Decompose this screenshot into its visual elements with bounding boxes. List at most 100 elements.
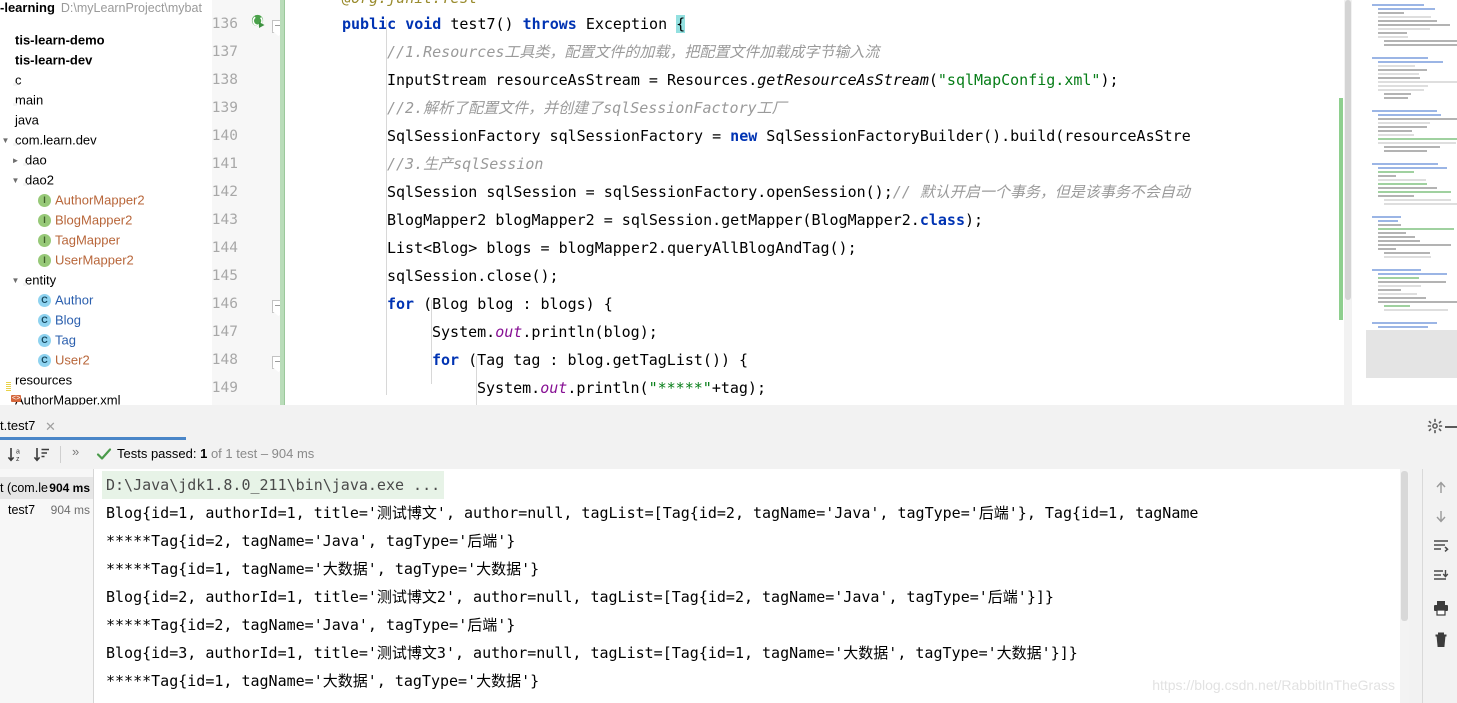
code-line-148[interactable]: for (Tag tag : blog.getTagList()) { — [432, 346, 748, 374]
minimap-line — [1372, 4, 1424, 6]
tree-node-entity[interactable]: ▼ entity — [0, 270, 212, 290]
minimap-line — [1378, 114, 1441, 116]
tree-node-blog[interactable]: ▸CBlog — [0, 310, 212, 330]
tree-node-dao[interactable]: ► dao — [0, 150, 212, 170]
print-icon[interactable] — [1432, 599, 1450, 617]
scroll-up-icon[interactable] — [1432, 479, 1450, 497]
run-tool-window: t.test7 ✕ a z » Tests passed: 1 of 1 tes… — [0, 412, 1457, 703]
sort-alphabetically-icon[interactable]: a z — [6, 445, 26, 465]
console-action-bar[interactable] — [1422, 469, 1457, 703]
editor-region: -learning D:\myLearnProject\mybat ▸tis-le… — [0, 0, 1457, 412]
minimap-line — [1378, 175, 1396, 177]
test-list-row[interactable]: test7 904 ms — [0, 499, 93, 521]
tree-node-dao2[interactable]: ▼ dao2 — [0, 170, 212, 190]
close-icon[interactable]: ✕ — [45, 413, 56, 440]
minimap-line — [1378, 8, 1435, 10]
console-scrollbar[interactable] — [1400, 469, 1409, 703]
minimap-line — [1378, 301, 1457, 303]
editor-scrollbar-thumb[interactable] — [1345, 0, 1351, 300]
minimap-line — [1384, 97, 1408, 99]
tree-node-usermapper2[interactable]: ▸IUserMapper2 — [0, 250, 212, 270]
console-scrollbar-thumb[interactable] — [1401, 471, 1408, 621]
indent-guide — [431, 300, 432, 384]
chevron-right-icon[interactable]: ► — [10, 151, 21, 171]
tree-node-label: UserMapper2 — [55, 252, 134, 268]
line-number: 139 — [211, 100, 238, 116]
line-number: 136 — [211, 16, 238, 32]
chevron-down-icon[interactable]: ▼ — [10, 171, 21, 191]
editor-gutter[interactable]: 136 137 138 139 140 141 142 143 144 145 146 147 148 1… — [211, 0, 285, 412]
sort-by-duration-icon[interactable] — [32, 445, 52, 465]
tree-node-resources[interactable]: ▸resources — [0, 370, 212, 390]
minimap-line — [1372, 269, 1421, 271]
tree-node-java[interactable]: ▸java — [0, 110, 212, 130]
minimap-line — [1378, 28, 1430, 30]
tree-node-blogmapper2[interactable]: ▸IBlogMapper2 — [0, 210, 212, 230]
tree-node-tag[interactable]: ▸CTag — [0, 330, 212, 350]
tree-node-tis-learn-demo[interactable]: ▸tis-learn-demo — [0, 30, 212, 50]
code-line-140[interactable]: SqlSessionFactory sqlSessionFactory = ne… — [387, 122, 1191, 150]
scroll-down-icon[interactable] — [1432, 507, 1450, 525]
test-status-text: Tests passed: 1 of 1 test – 904 ms — [117, 445, 314, 463]
minimap-line — [1378, 73, 1419, 75]
tree-node-tagmapper[interactable]: ▸ITagMapper — [0, 230, 212, 250]
code-line-146[interactable]: for (Blog blog : blogs) { — [387, 290, 613, 318]
code-line-139[interactable]: //2.解析了配置文件，并创建了sqlSessionFactory工厂 — [387, 94, 787, 122]
chevron-down-icon[interactable]: ▼ — [0, 131, 11, 151]
console-output-line: Blog{id=1, authorId=1, title='测试博文', aut… — [106, 504, 1199, 522]
run-test-gutter-icon[interactable] — [251, 14, 266, 29]
editor-scrollbar[interactable] — [1344, 0, 1352, 412]
chevron-down-icon[interactable]: ▼ — [10, 271, 21, 291]
tree-node-label: BlogMapper2 — [55, 212, 133, 228]
code-line-145[interactable]: sqlSession.close(); — [387, 262, 559, 290]
code-line-143[interactable]: BlogMapper2 blogMapper2 = sqlSession.get… — [387, 206, 983, 234]
test-toolbar: a z » Tests passed: 1 of 1 test – 904 ms — [0, 440, 1457, 470]
tree-node-c[interactable]: ▸c — [0, 70, 212, 90]
code-minimap[interactable] — [1352, 0, 1457, 412]
tree-node-com-learn-dev[interactable]: ▼ com.learn.dev — [0, 130, 212, 150]
tree-node-author[interactable]: ▸CAuthor — [0, 290, 212, 310]
console-output[interactable]: D:\Java\jdk1.8.0_211\bin\java.exe ... Blo… — [94, 469, 1409, 703]
tree-node-authormapper2[interactable]: ▸IAuthorMapper2 — [0, 190, 212, 210]
clear-all-icon[interactable] — [1432, 631, 1450, 649]
test-duration: 904 ms — [49, 481, 90, 495]
test-result-list[interactable]: t (com.le 904 ms test7 904 ms — [0, 469, 94, 703]
run-tab-bar: t.test7 ✕ — [0, 412, 1457, 441]
checkmark-icon — [96, 445, 112, 463]
more-options-icon[interactable]: » — [72, 444, 79, 459]
code-editor[interactable]: @org.junit.Testpublic void test7() throw… — [288, 0, 1338, 412]
console-output-line: *****Tag{id=2, tagName='Java', tagType='… — [106, 532, 516, 550]
minimap-line — [1378, 77, 1420, 79]
horizontal-splitter[interactable] — [0, 405, 1457, 412]
minimap-line — [1378, 167, 1447, 169]
minimap-line — [1378, 69, 1427, 71]
interface-icon: I — [38, 254, 51, 268]
tree-node-user2[interactable]: ▸CUser2 — [0, 350, 212, 370]
interface-icon: I — [38, 214, 51, 228]
tree-node-label: resources — [15, 372, 73, 388]
minimap-line — [1378, 187, 1437, 189]
project-tool-window[interactable]: -learning D:\myLearnProject\mybat ▸tis-le… — [0, 0, 212, 412]
soft-wrap-icon[interactable] — [1432, 537, 1450, 555]
code-line-144[interactable]: List<Blog> blogs = blogMapper2.queryAllB… — [387, 234, 857, 262]
tree-node-main[interactable]: ▸main — [0, 90, 212, 110]
minimize-icon[interactable] — [1443, 418, 1457, 434]
code-line-138[interactable]: InputStream resourceAsStream = Resources… — [387, 66, 1119, 94]
test-list-row[interactable]: t (com.le 904 ms — [0, 477, 93, 499]
minimap-line — [1378, 85, 1428, 87]
code-line-147[interactable]: System.out.println(blog); — [432, 318, 658, 346]
code-line-141[interactable]: //3.生产sqlSession — [387, 150, 543, 178]
project-tree[interactable]: ▸tis-learn-demo▸tis-learn-dev▸c▸main▸jav… — [0, 30, 212, 410]
minimap-line — [1378, 183, 1427, 185]
code-line-137[interactable]: //1.Resources工具类，配置文件的加载，把配置文件加载成字节输入流 — [387, 38, 879, 66]
gear-icon[interactable] — [1427, 418, 1443, 434]
minimap-viewport[interactable] — [1366, 330, 1457, 378]
scroll-to-end-icon[interactable] — [1432, 567, 1450, 585]
tree-node-tis-learn-dev[interactable]: ▸tis-learn-dev — [0, 50, 212, 70]
code-line-142[interactable]: SqlSession sqlSession = sqlSessionFactor… — [387, 178, 1190, 206]
tab-test7[interactable]: t.test7 ✕ — [0, 412, 64, 439]
minimap-line — [1384, 256, 1431, 258]
code-line-149[interactable]: System.out.println("*****"+tag); — [477, 374, 766, 402]
tree-node-label: Tag — [55, 332, 76, 348]
code-line-136[interactable]: public void test7() throws Exception { — [342, 10, 686, 38]
